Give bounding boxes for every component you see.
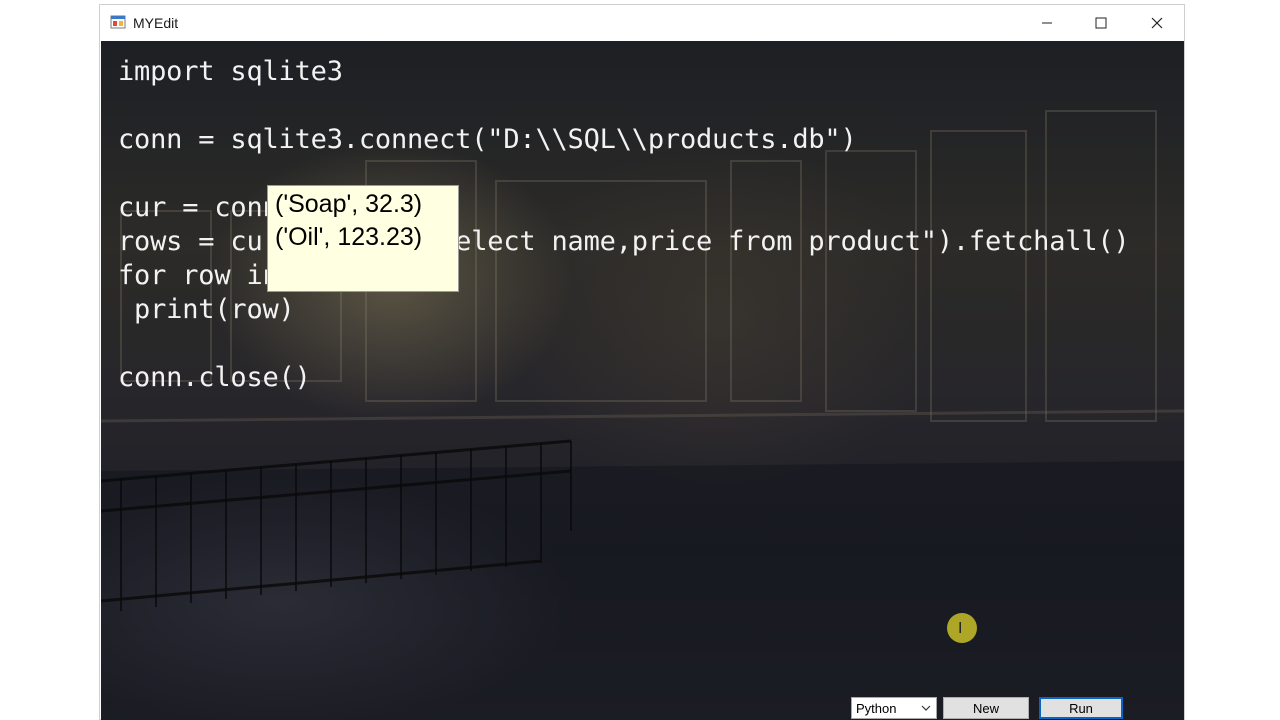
minimize-button[interactable] xyxy=(1020,5,1074,41)
text-cursor-icon: I xyxy=(958,619,963,637)
window-title: MYEdit xyxy=(133,15,179,31)
close-button[interactable] xyxy=(1130,5,1184,41)
output-tooltip: ('Soap', 32.3) ('Oil', 123.23) xyxy=(267,185,459,292)
title-bar[interactable]: MYEdit xyxy=(100,5,1184,41)
language-select[interactable]: Python xyxy=(851,697,937,719)
code-line: import sqlite3 xyxy=(118,56,343,87)
close-icon xyxy=(1151,17,1163,29)
new-button[interactable]: New xyxy=(943,697,1029,719)
maximize-button[interactable] xyxy=(1074,5,1128,41)
code-line: conn.close() xyxy=(118,362,311,393)
run-button[interactable]: Run xyxy=(1039,697,1123,719)
code-line: conn = sqlite3.connect("D:\\SQL\\product… xyxy=(118,124,857,155)
maximize-icon xyxy=(1095,17,1107,29)
editor-window: MYEdit import sqlite3 conn = sqlite3.con… xyxy=(99,4,1185,720)
minimize-icon xyxy=(1042,22,1052,24)
code-editor[interactable]: import sqlite3 conn = sqlite3.connect("D:… xyxy=(101,41,1184,720)
app-icon xyxy=(110,15,126,29)
code-line: print(row) xyxy=(118,294,295,325)
output-line: ('Oil', 123.23) xyxy=(275,223,423,251)
chevron-down-icon xyxy=(921,705,931,711)
output-line: ('Soap', 32.3) xyxy=(275,190,423,218)
language-select-value: Python xyxy=(856,701,897,716)
